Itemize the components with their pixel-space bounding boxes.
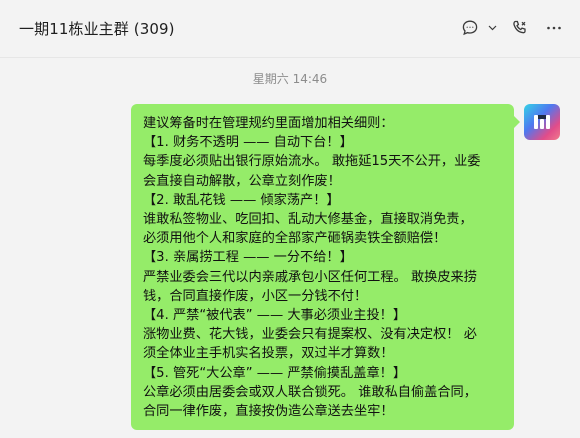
- message-line: 严禁业委会三代以内亲戚承包小区任何工程。 敢换皮来捞: [143, 269, 477, 285]
- chat-header: 一期11栋业主群 (309): [0, 0, 580, 58]
- avatar-logo-icon: [534, 115, 550, 129]
- chat-title: 一期11栋业主群 (309): [19, 20, 175, 38]
- message-line: 公章必须由居委会或双人联合锁死。 谁敢私自偷盖合同，: [143, 384, 477, 400]
- message-line: 【5. 管死“大公章” —— 严禁偷摸乱盖章！】: [143, 365, 407, 381]
- call-icon[interactable]: [508, 16, 532, 40]
- header-actions: [458, 14, 566, 42]
- message-line: 谁敢私签物业、吃回扣、乱动大修基金，直接取消免责，: [143, 212, 473, 228]
- message-line: 须全体业主手机实名投票，双过半才算数！: [143, 346, 394, 362]
- message-line: 【4. 严禁“被代表” —— 大事必须业主投！】: [143, 308, 407, 324]
- chevron-down-icon[interactable]: [486, 16, 498, 40]
- message-line: 钱，合同直接作废，小区一分钱不付！: [143, 288, 368, 304]
- message-line: 【2. 敢乱花钱 —— 倾家荡产！】: [143, 192, 340, 208]
- message-bubble[interactable]: 建议筹备时在管理规约里面增加相关细则： 【1. 财务不透明 —— 自动下台！】 …: [131, 104, 520, 431]
- user-avatar[interactable]: [524, 104, 560, 140]
- message-line: 会直接自动解散，公章立刻作废！: [143, 173, 341, 189]
- message-line: 【3. 亲属捞工程 —— 一分不给！】: [143, 250, 353, 266]
- message-line: 建议筹备时在管理规约里面增加相关细则：: [143, 116, 394, 131]
- more-icon[interactable]: [542, 16, 566, 40]
- chat-window: 一期11栋业主群 (309) 星期六 14:46 建议筹备时在管理规约里面增加相…: [0, 0, 580, 438]
- message-line: 必须用他个人和家庭的全部家产砸锅卖铁全额赔偿！: [143, 231, 447, 247]
- message-line: 每季度必须贴出银行原始流水。 敢拖延15天不公开，业委: [143, 154, 481, 170]
- message-row: 建议筹备时在管理规约里面增加相关细则： 【1. 财务不透明 —— 自动下台！】 …: [131, 104, 560, 431]
- message-timestamp: 星期六 14:46: [252, 72, 328, 86]
- message-line: 涨物业费、花大钱，业委会只有提案权、没有决定权！ 必: [143, 327, 477, 343]
- message-line: 合同一律作废，直接按伪造公章送去坐牢！: [143, 404, 394, 420]
- chat-bubble-icon[interactable]: [458, 16, 482, 40]
- message-line: 【1. 财务不透明 —— 自动下台！】: [143, 135, 353, 151]
